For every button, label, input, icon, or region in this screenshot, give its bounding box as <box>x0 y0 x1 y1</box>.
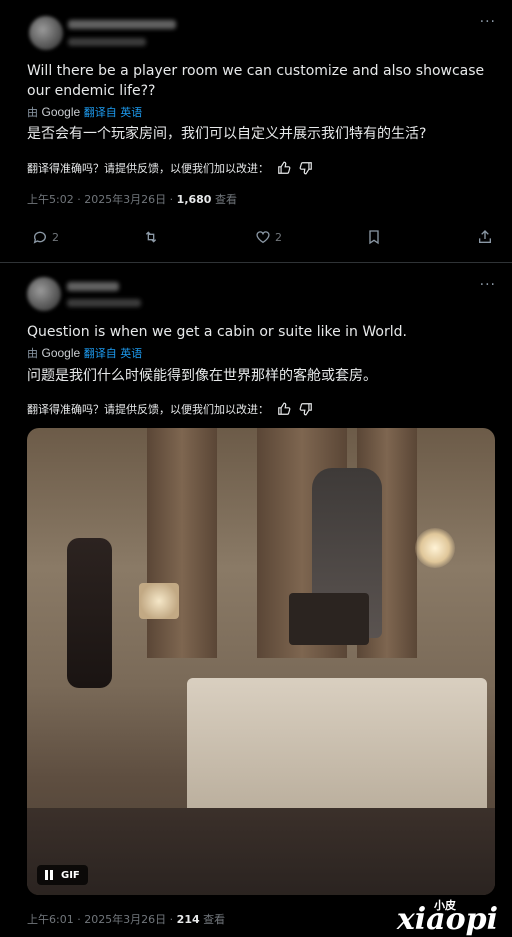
watermark-small-text: 小皮 <box>434 899 456 912</box>
translated-text: 是否会有一个玩家房间，我们可以自定义并展示我们特有的生活? <box>27 126 427 142</box>
like-button[interactable]: 2 <box>255 229 282 245</box>
google-logo: Google <box>41 105 81 119</box>
floor <box>27 808 495 895</box>
more-icon[interactable]: ··· <box>480 14 496 30</box>
tweet-meta: 上午5:02 · 2025年3月26日 · 1,680 查看 <box>27 191 237 207</box>
thumbs-down-icon[interactable] <box>299 161 313 175</box>
retweet-button[interactable] <box>143 229 159 245</box>
translation-feedback: 翻译得准确吗？请提供反馈，以便我们加以改进： <box>27 160 313 176</box>
display-name-blurred[interactable] <box>68 20 176 29</box>
view-count: 1,680 <box>176 193 212 206</box>
translated-from-link[interactable]: 翻译自 英语 <box>84 106 143 119</box>
thumbs-down-icon[interactable] <box>299 402 313 416</box>
suitcase <box>289 593 369 645</box>
bed <box>187 678 487 828</box>
like-count: 2 <box>275 230 282 244</box>
feedback-prompt: 翻译得准确吗？请提供反馈，以便我们加以改进： <box>27 162 269 175</box>
retweet-icon <box>145 231 157 243</box>
like-icon <box>256 231 270 244</box>
tweet-text: Will there be a player room we can custo… <box>27 63 485 99</box>
pause-icon[interactable] <box>45 870 53 880</box>
translation-source: 由 Google 翻译自 英语 <box>27 345 142 361</box>
action-bar: 2 2 <box>0 229 512 249</box>
tweet-meta: 上午6:01 · 2025年3月26日 · 214 查看 <box>27 911 225 927</box>
statue <box>67 538 112 688</box>
translated-by-label: 由 <box>27 347 38 360</box>
curtain-left <box>147 428 217 658</box>
gif-label: GIF <box>61 869 80 881</box>
view-count: 214 <box>176 913 200 926</box>
feedback-prompt: 翻译得准确吗？请提供反馈，以便我们加以改进： <box>27 403 269 416</box>
tweet-1: ··· Will there be a player room we can c… <box>0 0 512 263</box>
share-button[interactable] <box>477 229 493 245</box>
gif-badge[interactable]: GIF <box>37 865 88 885</box>
bedside-lamp <box>139 583 179 619</box>
timestamp[interactable]: 上午5:02 · 2025年3月26日 · <box>27 193 177 206</box>
display-name-blurred[interactable] <box>67 282 119 291</box>
timestamp[interactable]: 上午6:01 · 2025年3月26日 · <box>27 913 177 926</box>
translated-text: 问题是我们什么时候能得到像在世界那样的客舱或套房。 <box>27 368 377 384</box>
thumbs-up-icon[interactable] <box>277 161 291 175</box>
translation-feedback: 翻译得准确吗？请提供反馈，以便我们加以改进： <box>27 401 313 417</box>
google-logo: Google <box>41 346 81 360</box>
views-label: 查看 <box>211 193 237 206</box>
more-icon[interactable]: ··· <box>480 277 496 293</box>
reply-count: 2 <box>52 230 59 244</box>
avatar[interactable] <box>27 277 61 311</box>
translated-from-link[interactable]: 翻译自 英语 <box>84 347 143 360</box>
reply-icon <box>33 231 46 244</box>
share-icon <box>479 230 491 243</box>
translated-by-label: 由 <box>27 106 38 119</box>
thumbs-up-icon[interactable] <box>277 402 291 416</box>
reply-button[interactable]: 2 <box>32 229 59 245</box>
tweet-text: Question is when we get a cabin or suite… <box>27 324 407 340</box>
watermark-logo: 小皮 xiaopi <box>397 899 498 935</box>
handle-blurred <box>67 299 141 307</box>
tweet-2: ··· Question is when we get a cabin or s… <box>0 263 512 937</box>
wall-sconce <box>415 528 455 568</box>
bookmark-icon <box>369 230 379 245</box>
bookmark-button[interactable] <box>366 229 382 245</box>
handle-blurred <box>68 38 146 46</box>
translation-source: 由 Google 翻译自 英语 <box>27 104 142 120</box>
views-label: 查看 <box>199 913 226 926</box>
avatar[interactable] <box>29 16 63 50</box>
gif-media[interactable]: GIF <box>27 428 495 895</box>
